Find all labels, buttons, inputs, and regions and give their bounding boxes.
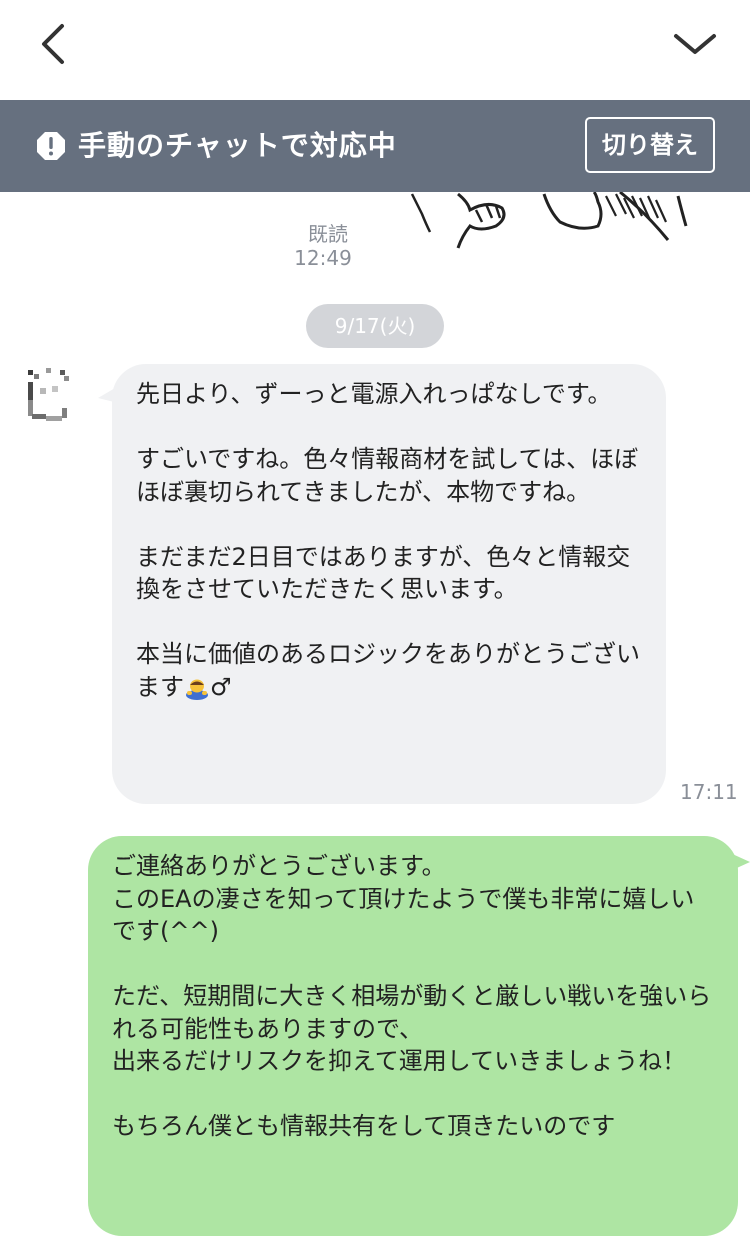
incoming-message-bubble[interactable]: 先日より、ずーっと電源入れっぱなしです。 すごいですね。色々情報商材を試しては、…: [112, 364, 666, 804]
date-divider: 9/17(火): [306, 304, 444, 348]
message-line: 出来るだけリスクを抑えて運用していきましょうね！: [112, 1047, 687, 1075]
message-line: ただ、短期間に大きく相場が動くと厳しい戦いを強いられる可能性もありますので、: [112, 982, 712, 1043]
banner-status-text: 手動のチャットで対応中: [78, 129, 397, 162]
person-bowing-emoji-icon: [186, 679, 208, 700]
outgoing-message-bubble[interactable]: ご連絡ありがとうございます。 このEAの凄さを知って頂けたようで僕も非常に嬉しい…: [88, 836, 738, 1236]
message-paragraph: まだまだ2日目ではありますが、色々と情報交換をさせていただきたく思います。: [136, 542, 631, 604]
message-line: ご連絡ありがとうございます。: [112, 852, 446, 880]
sticker-image: [410, 192, 688, 249]
message-line: もちろん僕とも情報共有をして頂きたいのです: [112, 1112, 616, 1140]
chevron-down-icon: [674, 34, 716, 54]
switch-mode-button[interactable]: 切り替え: [585, 117, 715, 173]
exclamation-icon: [37, 132, 65, 160]
avatar[interactable]: [22, 364, 78, 430]
back-button[interactable]: [36, 22, 76, 66]
message-text: ご連絡ありがとうございます。 このEAの凄さを知って頂けたようで僕も非常に嬉しい…: [112, 850, 714, 1143]
emoji-trailer: ♂: [210, 672, 232, 701]
message-paragraph: 先日より、ずーっと電源入れっぱなしです。: [136, 380, 612, 408]
message-text: 先日より、ずーっと電源入れっぱなしです。 すごいですね。色々情報商材を試しては、…: [136, 378, 642, 703]
message-line: このEAの凄さを知って頂けたようで僕も非常に嬉しいです(^^): [112, 884, 695, 946]
top-nav-bar: [0, 0, 750, 100]
menu-toggle-button[interactable]: [670, 24, 720, 64]
message-time: 12:49: [294, 246, 352, 270]
read-receipt: 既読: [308, 222, 348, 246]
message-paragraph: すごいですね。色々情報商材を試しては、ほぼほぼ裏切られてきましたが、本物ですね。: [136, 445, 639, 506]
message-time: 17:11: [680, 780, 738, 804]
chevron-left-icon: [42, 24, 64, 64]
